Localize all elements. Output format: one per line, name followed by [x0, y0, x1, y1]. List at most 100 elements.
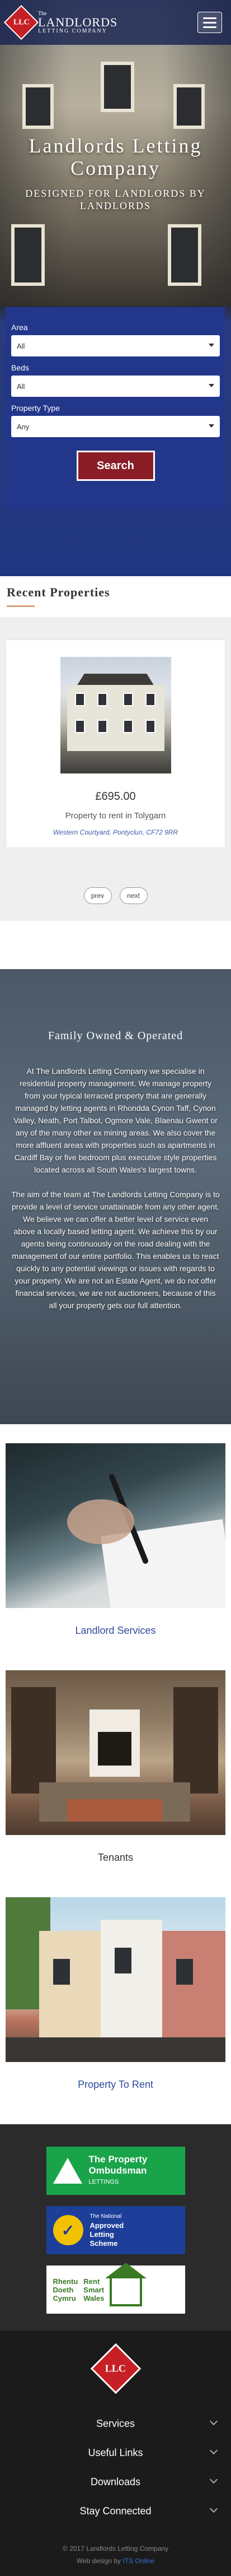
logo-badge: LLC [3, 4, 39, 40]
rent-smart-wales-logo[interactable]: Rhentu Doeth Cymru Rent Smart Wales [46, 2263, 185, 2314]
property-window [145, 720, 155, 733]
ombudsman-triangle-icon [53, 2158, 82, 2184]
services-tiles: Landlord Services Tenants Property To Re… [0, 1424, 231, 2091]
logo-tagline: LETTING COMPANY [38, 28, 107, 34]
caret-down-icon [209, 344, 214, 347]
footer-useful-links-toggle[interactable]: Useful Links [0, 2438, 231, 2467]
ombudsman-line1: The Property [88, 2154, 148, 2165]
hero-subtitle: DESIGNED FOR LANDLORDS BY LANDLORDS [25, 188, 206, 211]
rsw-line5: Smart [83, 2285, 105, 2294]
landlord-services-tile[interactable]: Landlord Services [6, 1443, 225, 1637]
footer-link-label: Useful Links [88, 2447, 143, 2458]
footer-stay-connected-toggle[interactable]: Stay Connected [0, 2496, 231, 2526]
chevron-down-icon [209, 2475, 218, 2484]
property-ombudsman-logo[interactable]: The Property Ombudsman LETTINGS [46, 2147, 185, 2195]
landlord-services-label[interactable]: Landlord Services [6, 1625, 225, 1637]
ombudsman-line3: LETTINGS [88, 2179, 119, 2185]
family-owned-section: Family Owned & Operated At The Landlords… [0, 969, 231, 1424]
footer-services-toggle[interactable]: Services [0, 2409, 231, 2438]
property-to-rent-tile[interactable]: Property To Rent [6, 1897, 225, 2091]
caret-down-icon [209, 384, 214, 387]
beds-select-value: All [17, 382, 25, 391]
footer-badge-text: LLC [105, 2362, 126, 2374]
property-to-rent-label[interactable]: Property To Rent [6, 2079, 225, 2091]
hero-section: LLC The LANDLORDS LETTING COMPANY Landlo… [0, 0, 231, 576]
footer-logo-badge[interactable]: LLC [90, 2343, 141, 2394]
house-window [168, 224, 201, 286]
house-window [22, 84, 54, 129]
ombudsman-text: The Property Ombudsman LETTINGS [89, 2154, 148, 2188]
property-window [122, 693, 133, 706]
recent-properties-carousel: £695.00 Property to rent in Tolygarn Wes… [0, 617, 231, 921]
copyright-text: © 2017 Landlords Letting Company [63, 2545, 168, 2552]
property-description[interactable]: Property to rent in Tolygarn [6, 811, 225, 821]
property-type-label: Property Type [11, 404, 60, 413]
logo-badge-text: LLC [13, 17, 30, 26]
site-header: LLC The LANDLORDS LETTING COMPANY [0, 0, 231, 45]
property-price: £695.00 [95, 790, 136, 803]
property-facade [67, 685, 164, 751]
tenants-tile[interactable]: Tenants [6, 1670, 225, 1864]
house-window [101, 62, 134, 112]
site-logo[interactable]: LLC The LANDLORDS LETTING COMPANY [3, 4, 117, 40]
chevron-down-icon [209, 2446, 218, 2455]
hero-title: Landlords Letting Company [29, 135, 202, 179]
logo-wordmark: The LANDLORDS LETTING COMPANY [38, 11, 117, 34]
beds-label: Beds [11, 363, 29, 372]
beds-select[interactable]: All [11, 376, 220, 397]
rsw-line6: Wales [83, 2294, 105, 2302]
rsw-line2: Doeth [53, 2285, 74, 2294]
property-type-select[interactable]: Any [11, 416, 220, 437]
area-select[interactable]: All [11, 335, 220, 356]
accreditation-logos: The Property Ombudsman LETTINGS ✓ The Na… [0, 2124, 231, 2331]
chevron-down-icon [209, 2417, 218, 2426]
area-label: Area [11, 323, 28, 332]
hamburger-icon-bar [203, 26, 216, 28]
hamburger-icon-bar [203, 17, 216, 19]
rsw-line1: Rhentu [53, 2277, 78, 2286]
nals-small: The National [89, 2213, 122, 2220]
property-photo[interactable] [60, 657, 171, 773]
nals-logo[interactable]: ✓ The National Approved Letting Scheme [46, 2206, 185, 2254]
property-to-rent-image[interactable] [6, 1897, 225, 2062]
tenants-image[interactable] [6, 1670, 225, 1835]
rsw-line3: Cymru [53, 2294, 76, 2302]
family-title: Family Owned & Operated [48, 1030, 183, 1042]
rsw-text-en: Rent Smart Wales [83, 2277, 104, 2302]
prev-button[interactable]: prev [83, 887, 112, 904]
landlord-services-image[interactable] [6, 1443, 225, 1608]
search-button[interactable]: Search [76, 451, 155, 481]
web-design-credit: Web design by ITS Online [0, 2557, 231, 2565]
next-button[interactable]: next [119, 887, 148, 904]
nals-text: The National Approved Letting Scheme [90, 2212, 124, 2248]
terrace-houses-illustration [6, 1897, 225, 2062]
property-card[interactable]: £695.00 Property to rent in Tolygarn Wes… [6, 640, 225, 848]
tenants-label[interactable]: Tenants [6, 1852, 225, 1864]
nals-line3: Scheme [89, 2239, 118, 2248]
credit-link[interactable]: ITS Online [122, 2557, 154, 2565]
ombudsman-line2: Ombudsman [88, 2165, 147, 2176]
house-window [173, 84, 205, 129]
property-address[interactable]: Western Courtyard, Pontyclun, CF72 9RR [6, 828, 225, 836]
property-window [97, 720, 107, 733]
credit-prefix: Web design by [76, 2557, 121, 2565]
recent-properties-section: Recent Properties £695.00 Property to re… [0, 576, 231, 921]
chevron-down-icon [209, 2504, 218, 2513]
nals-tick-icon: ✓ [53, 2215, 83, 2245]
hamburger-menu-button[interactable] [197, 12, 222, 33]
property-window [74, 693, 85, 706]
nals-line1: Approved [89, 2221, 124, 2230]
family-paragraph: The aim of the team at The Landlords Let… [11, 1190, 220, 1310]
house-window [11, 224, 45, 286]
caret-down-icon [209, 424, 214, 428]
footer-downloads-toggle[interactable]: Downloads [0, 2467, 231, 2496]
property-type-select-value: Any [17, 422, 30, 431]
rsw-line4: Rent [83, 2277, 100, 2286]
property-search-form: Area All Beds All Property Type Any Sear… [6, 307, 225, 509]
carousel-pager: prev next [6, 887, 225, 904]
pen-signing-illustration [67, 1474, 225, 1608]
footer-link-label: Services [96, 2417, 135, 2429]
title-divider [7, 605, 35, 607]
footer-link-label: Stay Connected [79, 2505, 152, 2517]
house-icon [105, 2263, 147, 2306]
